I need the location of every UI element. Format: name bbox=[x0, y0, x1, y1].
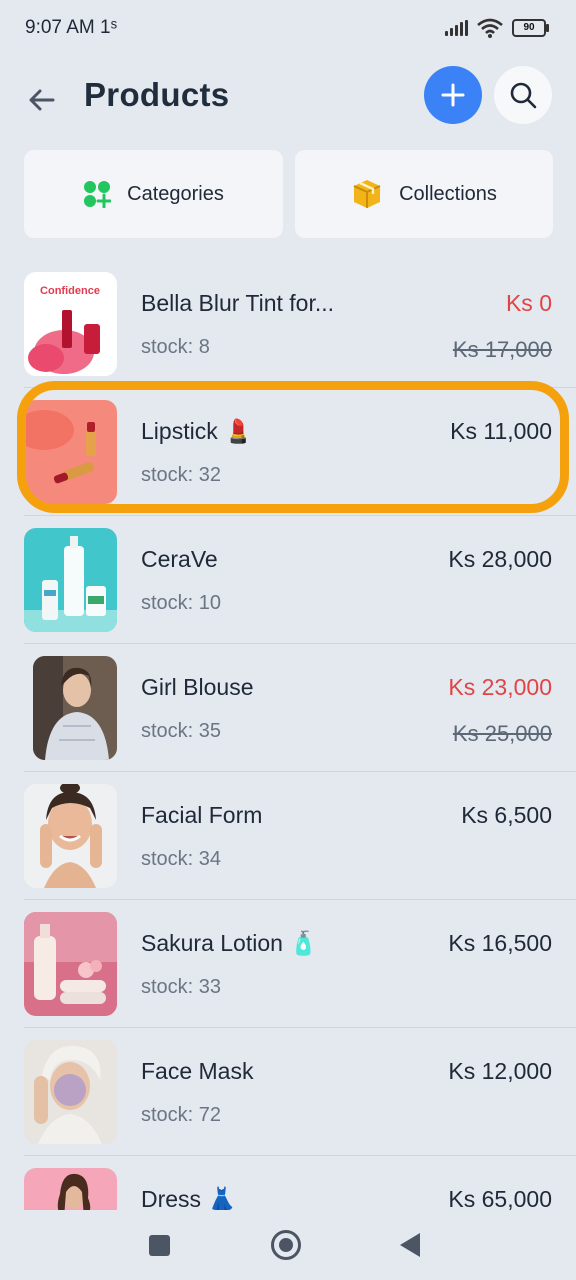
product-thumbnail bbox=[24, 784, 117, 888]
product-row[interactable]: Dress 👗 Ks 65,000 bbox=[0, 1156, 576, 1210]
product-thumbnail bbox=[24, 1040, 117, 1144]
page-title: Products bbox=[84, 76, 230, 113]
categories-label: Categories bbox=[127, 182, 224, 205]
status-time: 9:07 AM 1ˢ bbox=[25, 17, 118, 38]
product-thumbnail: Confidence bbox=[24, 272, 117, 376]
product-name: Dress 👗 bbox=[141, 1186, 237, 1210]
signal-icon bbox=[445, 20, 468, 36]
product-name: Sakura Lotion 🧴 bbox=[141, 930, 318, 956]
product-name: Face Mask bbox=[141, 1058, 254, 1084]
system-back-button[interactable] bbox=[400, 1233, 420, 1257]
product-list[interactable]: Confidence Bella Blur Tint for... stock:… bbox=[0, 260, 576, 1210]
home-button[interactable] bbox=[271, 1230, 301, 1260]
product-thumbnail bbox=[24, 400, 117, 504]
categories-button[interactable]: Categories bbox=[24, 150, 283, 238]
product-price: Ks 0 bbox=[505, 290, 552, 316]
product-row[interactable]: Facial Form stock: 34 Ks 6,500 bbox=[0, 772, 576, 900]
product-thumbnail bbox=[33, 656, 117, 760]
product-name: CeraVe bbox=[141, 546, 218, 572]
product-name: Facial Form bbox=[141, 802, 263, 828]
back-button[interactable] bbox=[26, 84, 58, 116]
product-stock: stock: 32 bbox=[141, 464, 222, 486]
product-row[interactable]: Confidence Bella Blur Tint for... stock:… bbox=[0, 260, 576, 388]
product-old-price: Ks 25,000 bbox=[452, 721, 552, 746]
search-icon bbox=[510, 82, 537, 109]
product-old-price: Ks 17,000 bbox=[452, 337, 552, 362]
product-price: Ks 11,000 bbox=[450, 418, 552, 444]
product-stock: stock: 10 bbox=[141, 592, 222, 614]
collections-label: Collections bbox=[399, 182, 497, 205]
product-thumbnail bbox=[24, 912, 117, 1016]
recents-button[interactable] bbox=[149, 1235, 170, 1256]
status-icons: 90 bbox=[445, 18, 549, 38]
product-row[interactable]: CeraVe stock: 10 Ks 28,000 bbox=[0, 516, 576, 644]
arrow-left-icon bbox=[29, 89, 55, 111]
wifi-icon bbox=[477, 18, 503, 38]
product-price: Ks 6,500 bbox=[461, 802, 552, 828]
status-bar: 9:07 AM 1ˢ 90 bbox=[0, 0, 576, 58]
product-price: Ks 16,500 bbox=[448, 930, 552, 956]
product-name: Bella Blur Tint for... bbox=[141, 290, 335, 316]
product-row[interactable]: Girl Blouse stock: 35 Ks 23,000 Ks 25,00… bbox=[0, 644, 576, 772]
product-row[interactable]: Face Mask stock: 72 Ks 12,000 bbox=[0, 1028, 576, 1156]
collections-button[interactable]: Collections bbox=[295, 150, 553, 238]
search-button[interactable] bbox=[494, 66, 552, 124]
product-row[interactable]: Lipstick 💄 stock: 32 Ks 11,000 bbox=[0, 388, 576, 516]
product-price: Ks 23,000 bbox=[448, 674, 552, 700]
product-stock: stock: 35 bbox=[141, 720, 222, 742]
product-stock: stock: 8 bbox=[141, 336, 210, 358]
product-stock: stock: 72 bbox=[141, 1104, 222, 1126]
product-thumbnail bbox=[24, 528, 117, 632]
add-product-button[interactable] bbox=[424, 66, 482, 124]
product-stock: stock: 34 bbox=[141, 848, 222, 870]
product-row[interactable]: Sakura Lotion 🧴 stock: 33 Ks 16,500 bbox=[0, 900, 576, 1028]
system-nav-bar bbox=[0, 1210, 576, 1280]
product-stock: stock: 33 bbox=[141, 976, 222, 998]
box-icon bbox=[353, 180, 381, 208]
thumb-banner-text: Confidence bbox=[40, 285, 100, 297]
categories-icon bbox=[84, 181, 112, 208]
product-price: Ks 28,000 bbox=[448, 546, 552, 572]
product-price: Ks 12,000 bbox=[448, 1058, 552, 1084]
product-thumbnail bbox=[24, 1168, 117, 1210]
battery-icon: 90 bbox=[512, 19, 549, 37]
product-price: Ks 65,000 bbox=[448, 1186, 552, 1210]
plus-icon bbox=[441, 83, 465, 107]
product-name: Girl Blouse bbox=[141, 674, 254, 700]
product-name: Lipstick 💄 bbox=[141, 418, 253, 444]
